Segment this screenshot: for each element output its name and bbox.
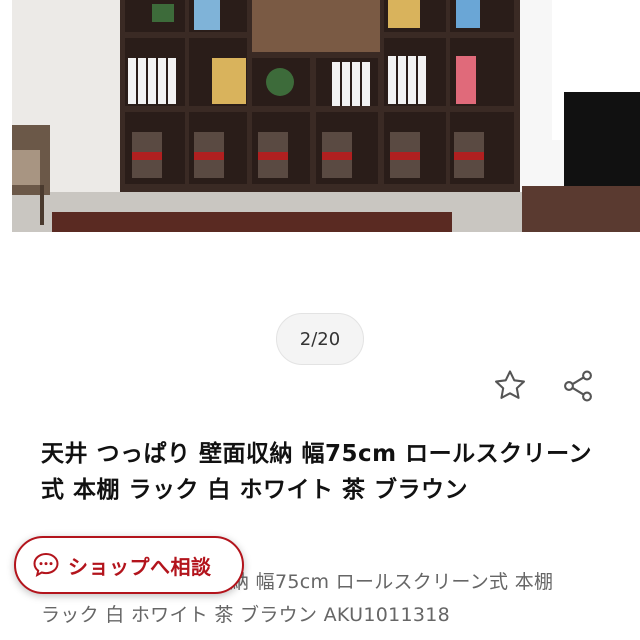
shop-consult-label: ショップへ相談 — [68, 554, 212, 579]
subtitle-line-2: ラック 白 ホワイト 茶 ブラウン AKU1011318 — [41, 604, 451, 626]
chat-bubble-icon — [33, 552, 59, 577]
shop-consult-button[interactable]: ショップへ相談 — [14, 536, 244, 594]
bookshelf-room-illustration — [12, 0, 640, 232]
share-button[interactable] — [558, 366, 598, 406]
image-pager: 2/20 — [276, 313, 364, 365]
product-photo — [12, 0, 640, 232]
star-outline-icon — [495, 370, 525, 399]
share-icon — [564, 370, 592, 402]
product-title: 天井 つっぱり 壁面収納 幅75cm ロールスクリーン式 本棚 ラック 白 ホワ… — [41, 441, 592, 503]
pager-text: 2/20 — [299, 328, 341, 350]
favorite-button[interactable] — [490, 366, 530, 406]
product-image[interactable] — [0, 0, 640, 240]
